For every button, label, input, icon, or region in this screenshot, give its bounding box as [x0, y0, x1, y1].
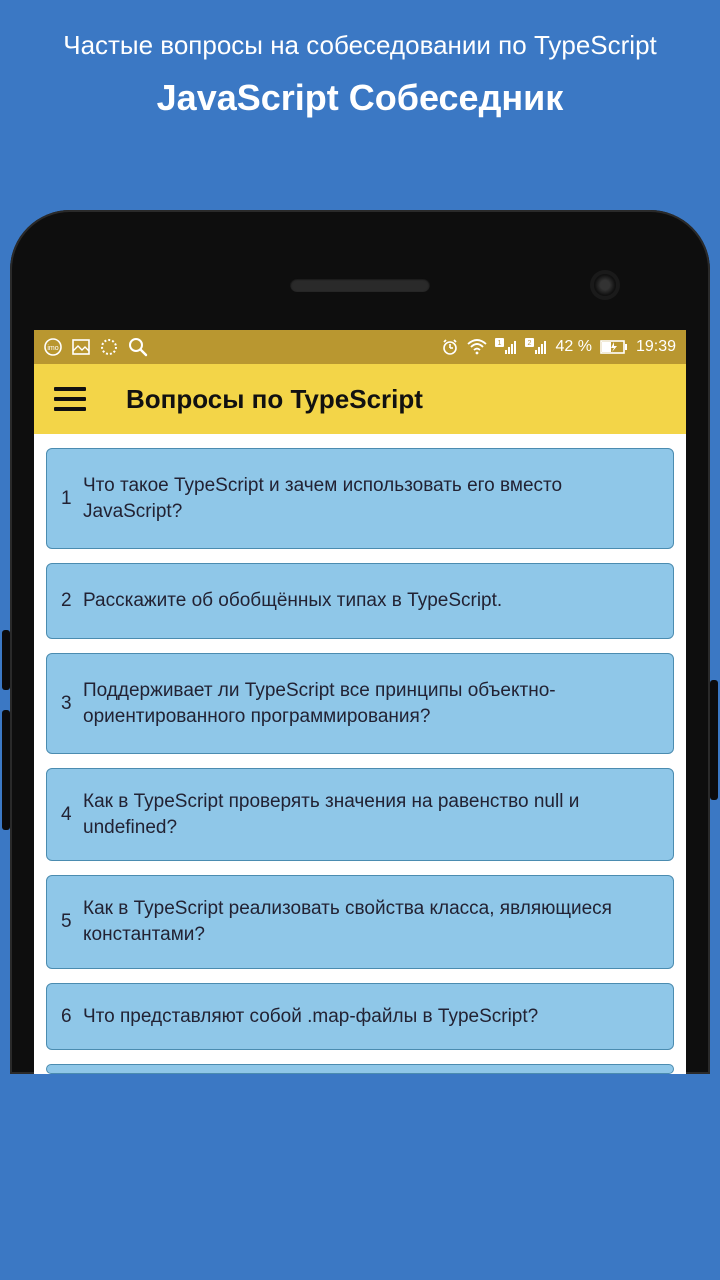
wifi-icon — [467, 339, 487, 355]
item-number: 2 — [61, 588, 75, 614]
item-number: 4 — [61, 802, 75, 828]
phone-camera — [594, 274, 616, 296]
item-text: Что такое TypeScript и зачем использоват… — [83, 473, 659, 524]
item-number: 5 — [61, 909, 75, 935]
list-item[interactable]: 4 Как в TypeScript проверять значения на… — [46, 768, 674, 861]
phone-top — [34, 240, 686, 330]
item-text: Что представляют собой .map-файлы в Type… — [83, 1004, 659, 1030]
list-item[interactable]: 6 Что представляют собой .map-файлы в Ty… — [46, 983, 674, 1051]
battery-percent: 42 % — [555, 338, 591, 356]
promo-subtitle: JavaScript Собеседник — [0, 71, 720, 139]
phone-speaker — [290, 278, 430, 292]
alarm-icon — [441, 338, 459, 356]
svg-text:imo: imo — [47, 345, 58, 352]
battery-charging-icon — [600, 340, 628, 354]
list-item[interactable]: 3 Поддерживает ли TypeScript все принцип… — [46, 653, 674, 754]
signal-sim2-icon: 2 — [525, 338, 547, 356]
question-list: 1 Что такое TypeScript и зачем использов… — [34, 434, 686, 1074]
item-text: Как в TypeScript проверять значения на р… — [83, 789, 659, 840]
search-icon — [128, 337, 148, 357]
menu-icon[interactable] — [54, 387, 86, 411]
phone-side-button — [710, 680, 718, 800]
item-text: Как в TypeScript реализовать свойства кл… — [83, 896, 659, 947]
item-number: 3 — [61, 691, 75, 717]
image-icon — [72, 339, 90, 355]
imo-icon: imo — [44, 338, 62, 356]
item-text: Расскажите об обобщённых типах в TypeScr… — [83, 588, 659, 614]
app-bar: Вопросы по TypeScript — [34, 364, 686, 434]
list-item[interactable]: 2 Расскажите об обобщённых типах в TypeS… — [46, 563, 674, 639]
status-bar: imo 1 — [34, 330, 686, 364]
promo-title: Частые вопросы на собеседовании по TypeS… — [0, 0, 720, 71]
list-item[interactable] — [46, 1064, 674, 1074]
page-title: Вопросы по TypeScript — [126, 384, 423, 415]
loading-icon — [100, 338, 118, 356]
item-number: 6 — [61, 1004, 75, 1030]
list-item[interactable]: 5 Как в TypeScript реализовать свойства … — [46, 875, 674, 968]
phone-side-button — [2, 630, 10, 690]
item-number: 1 — [61, 486, 75, 512]
item-text: Поддерживает ли TypeScript все принципы … — [83, 678, 659, 729]
svg-text:1: 1 — [498, 340, 502, 347]
phone-side-button — [2, 710, 10, 830]
list-item[interactable]: 1 Что такое TypeScript и зачем использов… — [46, 448, 674, 549]
svg-text:2: 2 — [528, 340, 532, 347]
signal-sim1-icon: 1 — [495, 338, 517, 356]
status-time: 19:39 — [636, 338, 676, 356]
phone-frame: imo 1 — [10, 210, 710, 1074]
screen: imo 1 — [34, 330, 686, 1074]
